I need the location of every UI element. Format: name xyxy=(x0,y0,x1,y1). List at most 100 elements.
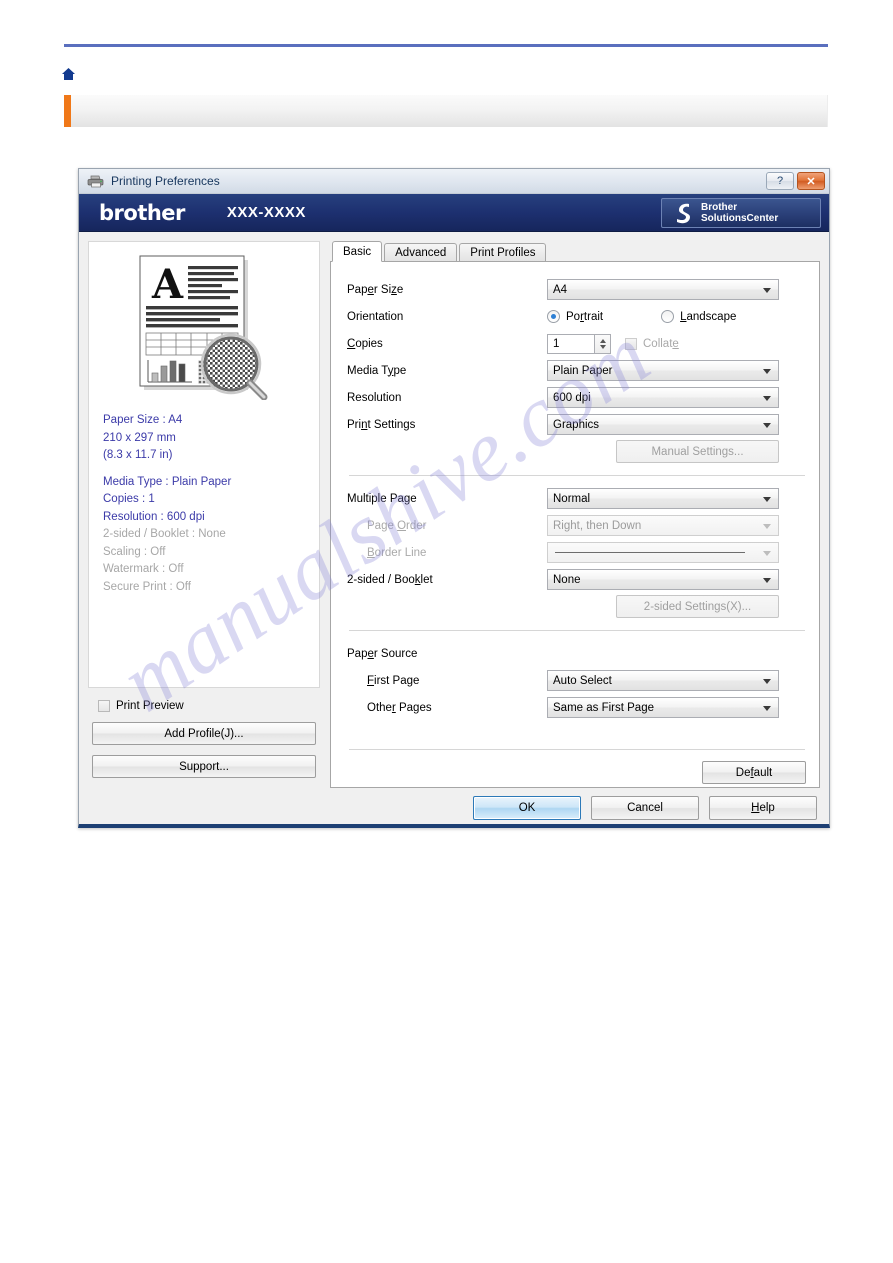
checkbox-box xyxy=(98,700,110,712)
first-page-select[interactable]: Auto Select xyxy=(547,670,779,691)
chevron-down-icon xyxy=(763,395,771,401)
tab-print-profiles[interactable]: Print Profiles xyxy=(459,243,547,262)
brother-logo: brother xyxy=(99,200,185,225)
help-button-footer[interactable]: Help xyxy=(709,796,817,820)
svg-text:A: A xyxy=(151,261,184,308)
tab-advanced[interactable]: Advanced xyxy=(384,243,458,262)
media-type-value: Plain Paper xyxy=(553,364,613,377)
two-sided-value: None xyxy=(553,573,581,586)
other-pages-select[interactable]: Same as First Page xyxy=(547,697,779,718)
manual-settings-button[interactable]: Manual Settings... xyxy=(616,440,779,463)
row-two-sided-booklet: 2-sided / Booklet None xyxy=(347,566,807,593)
two-sided-select[interactable]: None xyxy=(547,569,779,590)
multiple-page-select[interactable]: Normal xyxy=(547,488,779,509)
page-banner xyxy=(64,95,828,127)
summary-paper-dimensions-mm: 210 x 297 mm xyxy=(103,431,176,444)
resolution-label: Resolution xyxy=(347,391,402,404)
copies-stepper[interactable] xyxy=(595,333,611,354)
printer-model: XXX-XXXX xyxy=(226,204,306,221)
orientation-radio-group: Portrait Landscape xyxy=(547,310,794,323)
media-type-select[interactable]: Plain Paper xyxy=(547,360,779,381)
summary-watermark: Watermark : Off xyxy=(103,563,184,575)
radio-portrait[interactable]: Portrait xyxy=(547,310,603,323)
radio-dot-landscape xyxy=(661,310,675,323)
print-settings-label: Print Settings xyxy=(347,418,416,431)
print-settings-select[interactable]: Graphics xyxy=(547,414,779,435)
basic-tab-panel: Paper Size A4 Orientation Portrait Lands… xyxy=(330,261,820,788)
brother-solutions-center-label: Brother SolutionsCenter xyxy=(701,202,778,224)
row-media-type: Media Type Plain Paper xyxy=(347,357,807,384)
printer-icon xyxy=(87,175,104,187)
copies-input[interactable]: 1 xyxy=(547,333,595,354)
default-button[interactable]: De f ault xyxy=(702,761,806,784)
row-page-order: Page Order Right, then Down xyxy=(347,512,807,539)
brother-solutions-center-button[interactable]: Brother SolutionsCenter xyxy=(661,198,821,228)
preview-panel: A Paper Size: A4 210 x 297 mm (8.3 x 11… xyxy=(88,241,320,688)
tab-strip: Basic Advanced Print Profiles xyxy=(330,241,820,262)
divider xyxy=(349,475,805,476)
first-page-value: Auto Select xyxy=(553,674,612,687)
help-button[interactable]: ? xyxy=(766,172,794,190)
row-orientation: Orientation Portrait Landscape xyxy=(347,303,807,330)
print-preview-checkbox[interactable]: Print Preview xyxy=(98,700,320,712)
divider xyxy=(349,749,805,750)
row-paper-source: Paper Source xyxy=(347,640,807,667)
page-order-label: Page Order xyxy=(367,519,427,532)
chevron-down-icon xyxy=(763,422,771,428)
border-line-label: Border Line xyxy=(367,546,427,559)
chevron-down-icon xyxy=(763,678,771,684)
resolution-select[interactable]: 600 dpi xyxy=(547,387,779,408)
row-print-settings: Print Settings Graphics xyxy=(347,411,807,438)
dialog-title: Printing Preferences xyxy=(111,174,220,188)
settings-summary-list: Paper Size : A4 210 x 297 mm (8.3 x 11.7… xyxy=(103,412,319,596)
ok-button[interactable]: OK xyxy=(473,796,581,820)
landscape-label: Landscape xyxy=(680,310,737,323)
chevron-down-icon xyxy=(763,287,771,293)
resolution-value: 600 dpi xyxy=(553,391,591,404)
cancel-button[interactable]: Cancel xyxy=(591,796,699,820)
other-pages-value: Same as First Page xyxy=(553,701,654,714)
tab-basic[interactable]: Basic xyxy=(332,241,383,262)
summary-secure-print: Secure Print : Off xyxy=(103,580,191,593)
add-profile-button[interactable]: Add Profile(J)... xyxy=(92,722,316,745)
page-order-select: Right, then Down xyxy=(547,515,779,536)
summary-paper-size: Paper Size : A4 xyxy=(103,414,183,426)
close-icon[interactable]: ✕ xyxy=(797,172,825,190)
row-manual-settings: Manual Settings... xyxy=(347,438,807,465)
checkbox-box xyxy=(625,337,637,350)
home-icon[interactable] xyxy=(62,68,75,80)
border-line-style-preview xyxy=(555,552,745,553)
row-paper-size: Paper Size A4 xyxy=(347,276,807,303)
summary-resolution: Resolution : 600 dpi xyxy=(103,510,205,523)
brother-swoosh-icon xyxy=(677,203,690,224)
border-line-select xyxy=(547,542,779,563)
paper-size-value: A4 xyxy=(553,283,568,296)
two-sided-settings-button[interactable]: 2-sided Settings(X)... xyxy=(616,595,779,618)
collate-checkbox[interactable]: Collate xyxy=(625,337,679,350)
collate-label: Collate xyxy=(643,337,679,350)
two-sided-label: 2-sided / Booklet xyxy=(347,573,433,586)
summary-media-type: Media Type : Plain Paper xyxy=(103,475,232,488)
paper-size-select[interactable]: A4 xyxy=(547,279,779,300)
chevron-down-icon xyxy=(763,496,771,502)
document-preview-thumbnail: A xyxy=(89,252,319,400)
page-order-value: Right, then Down xyxy=(553,519,642,532)
support-button[interactable]: Support... xyxy=(92,755,316,778)
row-resolution: Resolution 600 dpi xyxy=(347,384,807,411)
row-border-line: Border Line xyxy=(347,539,807,566)
row-copies: Copies 1 Collate xyxy=(347,330,807,357)
chevron-down-icon xyxy=(763,550,771,556)
banner-accent-bar xyxy=(64,95,71,127)
row-first-page: First Page Auto Select xyxy=(347,667,807,694)
stepper-down-icon xyxy=(599,344,606,349)
print-preview-label: Print Preview xyxy=(116,700,184,712)
multiple-page-label: Multiple Page xyxy=(347,492,417,505)
print-settings-value: Graphics xyxy=(553,418,600,431)
stepper-up-icon xyxy=(599,338,606,343)
brother-brand-band: brother XXX-XXXX Brother SolutionsCenter xyxy=(79,194,829,232)
paper-size-label: Paper Size xyxy=(347,283,404,296)
bsc-line1: Brother xyxy=(701,202,738,213)
dialog-footer: OK Cancel Help xyxy=(79,788,829,828)
radio-landscape[interactable]: Landscape xyxy=(661,310,736,323)
dialog-titlebar: Printing Preferences ? ✕ xyxy=(79,169,829,194)
